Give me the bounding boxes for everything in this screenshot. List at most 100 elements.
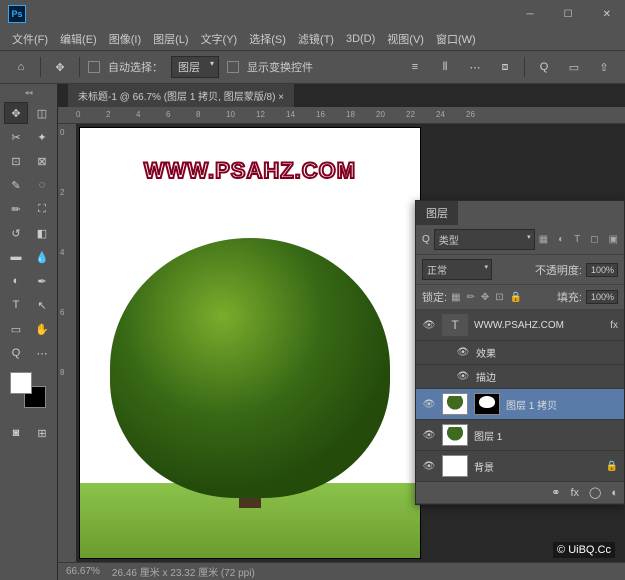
edit-toolbar[interactable]: ⋯ (30, 342, 54, 364)
marquee-tool[interactable]: ◫ (30, 102, 54, 124)
menu-window[interactable]: 窗口(W) (432, 29, 480, 49)
layer-thumb[interactable] (442, 393, 468, 415)
ruler-tick: 22 (406, 110, 415, 119)
menu-view[interactable]: 视图(V) (383, 29, 428, 49)
layer-fx-stroke[interactable]: 👁 描边 (416, 365, 624, 389)
layer-name[interactable]: 背景 (474, 459, 600, 474)
layer-copy[interactable]: 👁 图层 1 拷贝 (416, 389, 624, 420)
shape-tool[interactable]: ▭ (4, 318, 28, 340)
auto-select-checkbox[interactable] (88, 61, 100, 73)
zoom-level[interactable]: 66.67% (66, 566, 100, 577)
layer-thumb[interactable] (442, 455, 468, 477)
wand-tool[interactable]: ✦ (30, 126, 54, 148)
toolbox-collapse[interactable]: ◂◂ (4, 88, 53, 98)
menu-file[interactable]: 文件(F) (8, 29, 52, 49)
layer-name[interactable]: 图层 1 拷贝 (506, 397, 618, 412)
align-icon[interactable]: ≡ (404, 56, 426, 78)
menu-layer[interactable]: 图层(L) (149, 29, 192, 49)
type-tool[interactable]: T (4, 294, 28, 316)
screen-mode-tool[interactable]: ⊞ (30, 422, 54, 444)
artboard[interactable]: WWW.PSAHZ.COM (80, 128, 420, 558)
blend-mode-dropdown[interactable]: 正常 (422, 259, 492, 280)
menu-select[interactable]: 选择(S) (245, 29, 290, 49)
lock-position-icon[interactable]: ✥ (481, 292, 489, 303)
lock-row: 锁定: ▦ ✏ ✥ ⊡ 🔒 填充: 100% (416, 285, 624, 310)
filter-adjust-icon[interactable]: ◐ (558, 234, 564, 245)
workspace-icon[interactable]: ▭ (563, 56, 585, 78)
eyedropper-tool[interactable]: ✎ (4, 174, 28, 196)
visibility-toggle[interactable]: 👁 (422, 320, 436, 331)
maximize-button[interactable]: ☐ (558, 7, 579, 22)
eraser-tool[interactable]: ◧ (30, 222, 54, 244)
gradient-tool[interactable]: ▬ (4, 246, 28, 268)
mask-icon[interactable]: ◯ (589, 486, 601, 499)
search-icon[interactable]: Q (533, 56, 555, 78)
lock-pixels-icon[interactable]: ▦ (451, 292, 460, 303)
stamp-tool[interactable]: ⛶ (30, 198, 54, 220)
patch-tool[interactable]: ◌ (30, 174, 54, 196)
history-tool[interactable]: ↺ (4, 222, 28, 244)
color-swatches[interactable] (10, 372, 46, 408)
distribute-icon[interactable]: ⫴ (434, 56, 456, 78)
more-icon[interactable]: ⋯ (464, 56, 486, 78)
filter-smart-icon[interactable]: ▣ (609, 234, 618, 245)
opacity-input[interactable]: 100% (586, 263, 618, 277)
fill-input[interactable]: 100% (586, 290, 618, 304)
zoom-tool[interactable]: Q (4, 342, 28, 364)
lock-artboard-icon[interactable]: ⊡ (495, 292, 503, 303)
menu-type[interactable]: 文字(Y) (197, 29, 242, 49)
close-button[interactable]: ✕ (597, 7, 617, 22)
layer-name[interactable]: 图层 1 (474, 428, 618, 443)
layers-tab[interactable]: 图层 (416, 201, 458, 225)
filter-type-icon[interactable]: T (574, 234, 580, 245)
visibility-toggle[interactable]: 👁 (456, 347, 470, 358)
visibility-toggle[interactable]: 👁 (422, 399, 436, 410)
pen-tool[interactable]: ✒ (30, 270, 54, 292)
move-tool[interactable]: ✥ (4, 102, 28, 124)
fx-icon[interactable]: fx (570, 487, 579, 499)
layer-thumb[interactable] (442, 424, 468, 446)
3d-icon[interactable]: ⧈ (494, 56, 516, 78)
lock-all-icon[interactable]: 🔒 (510, 292, 522, 303)
document-tab[interactable]: 未标题-1 @ 66.7% (图层 1 拷贝, 图层蒙版/8) × (68, 84, 294, 107)
move-tool-icon[interactable]: ✥ (49, 56, 71, 78)
adjust-icon[interactable]: ◐ (611, 487, 618, 499)
path-tool[interactable]: ↖ (30, 294, 54, 316)
link-layers-icon[interactable]: ⚭ (551, 486, 560, 499)
filter-type-dropdown[interactable]: 类型 (434, 229, 535, 250)
quick-mask-tool[interactable]: ◙ (4, 422, 28, 444)
layer-fx-group[interactable]: 👁 效果 (416, 341, 624, 365)
search-icon[interactable]: Q (422, 234, 430, 245)
share-icon[interactable]: ⇧ (593, 56, 615, 78)
visibility-toggle[interactable]: 👁 (422, 430, 436, 441)
layers-panel[interactable]: 图层 Q 类型 ▦ ◐ T ◻ ▣ 正常 不透明度: 100% 锁定: ▦ ✏ … (415, 200, 625, 505)
visibility-toggle[interactable]: 👁 (456, 371, 470, 382)
minimize-button[interactable]: ─ (521, 7, 540, 22)
lock-brush-icon[interactable]: ✏ (467, 292, 475, 303)
visibility-toggle[interactable]: 👁 (422, 461, 436, 472)
menu-image[interactable]: 图像(I) (105, 29, 145, 49)
layer-background[interactable]: 👁 背景 🔒 (416, 451, 624, 482)
filter-pixel-icon[interactable]: ▦ (539, 234, 548, 245)
foreground-color[interactable] (10, 372, 32, 394)
layer-text[interactable]: 👁 T WWW.PSAHZ.COM fx (416, 310, 624, 341)
auto-select-target[interactable]: 图层 (171, 56, 219, 78)
menu-3d[interactable]: 3D(D) (342, 31, 379, 47)
menu-edit[interactable]: 编辑(E) (56, 29, 101, 49)
filter-shape-icon[interactable]: ◻ (590, 234, 598, 245)
layer-mask-thumb[interactable] (474, 393, 500, 415)
brush-tool[interactable]: ✏ (4, 198, 28, 220)
ruler-tick: 12 (256, 110, 265, 119)
blur-tool[interactable]: 💧 (30, 246, 54, 268)
frame-tool[interactable]: ⊠ (30, 150, 54, 172)
home-button[interactable]: ⌂ (10, 56, 32, 78)
fx-badge[interactable]: fx (610, 320, 618, 331)
layer-1[interactable]: 👁 图层 1 (416, 420, 624, 451)
show-transform-checkbox[interactable] (227, 61, 239, 73)
crop-tool[interactable]: ⊡ (4, 150, 28, 172)
dodge-tool[interactable]: ◐ (4, 270, 28, 292)
layer-name[interactable]: WWW.PSAHZ.COM (474, 320, 604, 331)
menu-filter[interactable]: 滤镜(T) (294, 29, 338, 49)
hand-tool[interactable]: ✋ (30, 318, 54, 340)
lasso-tool[interactable]: ✂ (4, 126, 28, 148)
